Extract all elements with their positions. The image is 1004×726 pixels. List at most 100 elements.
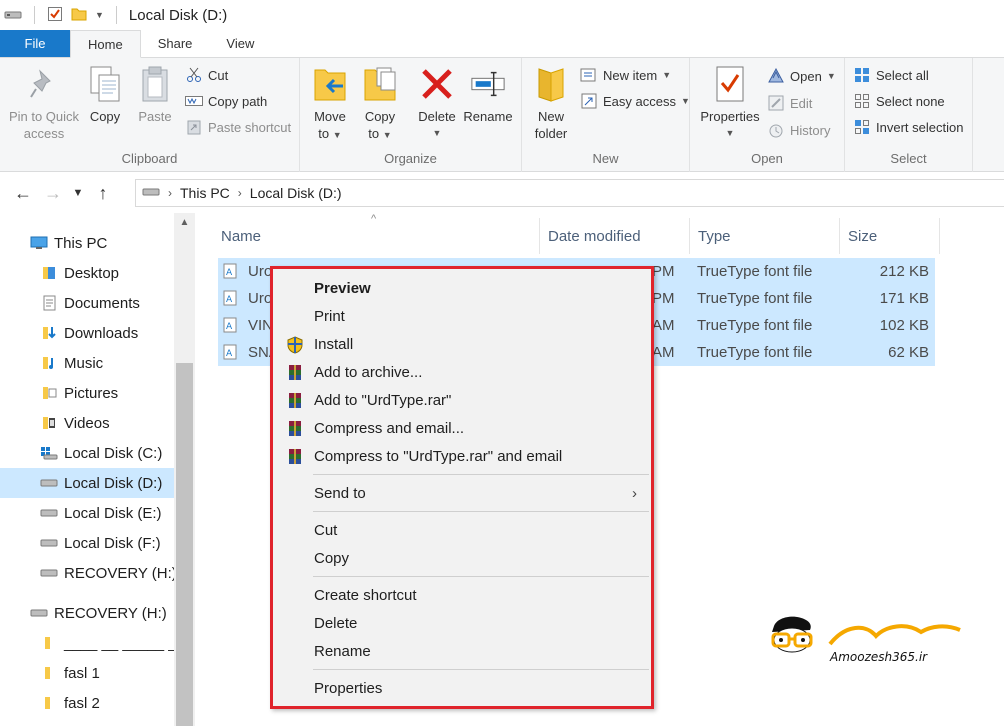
- nav-item-local-disk-e[interactable]: Local Disk (E:): [40, 498, 162, 528]
- nav-item-desktop[interactable]: Desktop: [40, 258, 119, 288]
- nav-scrollbar[interactable]: ▲: [174, 213, 195, 726]
- rename-button[interactable]: Rename: [462, 64, 514, 125]
- forward-arrow-icon[interactable]: →: [38, 183, 68, 204]
- copy-icon: [87, 64, 123, 104]
- chevron-right-icon[interactable]: ›: [168, 186, 172, 200]
- properties-button[interactable]: Properties ▼: [696, 64, 764, 142]
- nav-item-local-disk-d[interactable]: Local Disk (D:): [0, 468, 174, 498]
- computer-icon: [30, 235, 48, 251]
- ribbon: Pin to Quick access Copy Paste Cut Copy …: [0, 58, 1004, 172]
- menu-item-delete[interactable]: Delete: [273, 610, 651, 636]
- menu-item-send-to[interactable]: Send to ›: [273, 480, 651, 506]
- new-folder-icon[interactable]: [71, 6, 87, 25]
- select-all-icon: [853, 67, 871, 83]
- copy-path-button[interactable]: Copy path: [185, 93, 267, 109]
- column-header-size[interactable]: Size: [840, 218, 940, 254]
- menu-item-install[interactable]: Install: [273, 331, 651, 357]
- cut-button[interactable]: Cut: [185, 67, 228, 83]
- nav-item-documents[interactable]: Documents: [40, 288, 140, 318]
- pin-to-quick-access-button[interactable]: Pin to Quick access: [6, 64, 82, 142]
- invert-selection-icon: [853, 119, 871, 135]
- nav-item-recovery-h-root[interactable]: RECOVERY (H:): [30, 598, 167, 628]
- nav-item-videos[interactable]: Videos: [40, 408, 110, 438]
- paste-shortcut-icon: [185, 119, 203, 135]
- window-title: Local Disk (D:): [128, 6, 228, 24]
- menu-item-compress-and-email[interactable]: Compress and email...: [273, 415, 651, 441]
- new-folder-button[interactable]: New folder: [530, 64, 572, 142]
- windows-drive-icon: [40, 445, 58, 461]
- tab-file[interactable]: File: [0, 30, 70, 57]
- nav-item-recovery-h[interactable]: RECOVERY (H:): [40, 558, 177, 588]
- history-button[interactable]: History: [767, 122, 830, 138]
- column-header-type[interactable]: Type: [690, 218, 840, 254]
- chevron-down-icon: ▼: [826, 71, 836, 81]
- new-item-icon: [580, 67, 598, 83]
- copy-button[interactable]: Copy: [84, 64, 126, 125]
- nav-item-fasl-1[interactable]: fasl 1: [40, 658, 100, 688]
- tab-share[interactable]: Share: [141, 30, 210, 57]
- clipboard-group: Pin to Quick access Copy Paste Cut Copy …: [0, 58, 300, 172]
- paste-shortcut-button[interactable]: Paste shortcut: [185, 119, 291, 135]
- column-header-date[interactable]: Date modified: [540, 218, 690, 254]
- winrar-icon: [289, 393, 301, 408]
- properties-icon[interactable]: [47, 6, 63, 25]
- move-to-button[interactable]: Move to ▼: [310, 64, 350, 144]
- nav-item-folder[interactable]: ____ __ _____ _: [40, 628, 177, 658]
- address-bar[interactable]: › This PC › Local Disk (D:): [135, 179, 1004, 207]
- shield-icon: [287, 336, 303, 354]
- scroll-up-icon[interactable]: ▲: [174, 217, 195, 228]
- new-item-button[interactable]: New item ▼: [580, 67, 671, 83]
- menu-item-create-shortcut[interactable]: Create shortcut: [273, 582, 651, 608]
- nav-item-downloads[interactable]: Downloads: [40, 318, 138, 348]
- delete-button[interactable]: Delete ▼: [416, 64, 458, 142]
- move-to-icon: [312, 64, 348, 104]
- edit-button[interactable]: Edit: [767, 95, 812, 111]
- customize-toolbar-icon[interactable]: ▼: [95, 10, 104, 20]
- logo-mascot-icon: [771, 616, 961, 653]
- menu-item-add-to-archive[interactable]: Add to archive...: [273, 359, 651, 385]
- nav-item-local-disk-c[interactable]: Local Disk (C:): [40, 438, 162, 468]
- chevron-down-icon: ▼: [382, 130, 392, 140]
- drive-icon: [4, 7, 22, 24]
- nav-item-pictures[interactable]: Pictures: [40, 378, 118, 408]
- new-folder-icon: [533, 64, 569, 104]
- clipboard-group-label: Clipboard: [121, 151, 178, 166]
- nav-scrollbar-thumb[interactable]: [176, 363, 193, 726]
- menu-item-add-to-rar[interactable]: Add to "UrdType.rar": [273, 387, 651, 413]
- breadcrumb-local-disk-d[interactable]: Local Disk (D:): [250, 185, 342, 201]
- select-none-button[interactable]: Select none: [853, 93, 945, 109]
- back-arrow-icon[interactable]: ←: [8, 183, 38, 204]
- select-all-button[interactable]: Select all: [853, 67, 929, 83]
- menu-item-rename[interactable]: Rename: [273, 638, 651, 664]
- menu-item-compress-to-rar-and-email[interactable]: Compress to "UrdType.rar" and email: [273, 443, 651, 469]
- menu-separator: [313, 576, 649, 577]
- nav-item-local-disk-f[interactable]: Local Disk (F:): [40, 528, 161, 558]
- select-group-label: Select: [890, 151, 927, 166]
- open-button[interactable]: Open ▼: [767, 68, 836, 84]
- menu-item-cut[interactable]: Cut: [273, 517, 651, 543]
- winrar-icon: [289, 421, 301, 436]
- easy-access-button[interactable]: Easy access ▼: [580, 93, 690, 109]
- tab-view[interactable]: View: [209, 30, 271, 57]
- menu-item-print[interactable]: Print: [273, 303, 651, 329]
- quick-access-toolbar: ▼: [4, 6, 121, 25]
- chevron-down-icon: ▼: [680, 96, 690, 106]
- column-header-name[interactable]: Name: [213, 218, 540, 254]
- breadcrumb-this-pc[interactable]: This PC: [180, 185, 230, 201]
- paste-button[interactable]: Paste: [134, 64, 176, 125]
- copy-to-button[interactable]: Copy to ▼: [360, 64, 400, 144]
- downloads-icon: [40, 325, 58, 341]
- menu-item-copy[interactable]: Copy: [273, 545, 651, 571]
- chevron-right-icon[interactable]: ›: [238, 186, 242, 200]
- invert-selection-button[interactable]: Invert selection: [853, 119, 963, 135]
- menu-item-preview[interactable]: Preview: [273, 275, 651, 301]
- up-arrow-icon[interactable]: ↑: [88, 183, 118, 204]
- tab-home[interactable]: Home: [70, 30, 141, 58]
- recent-locations-icon[interactable]: ▼: [68, 187, 88, 199]
- context-menu: Preview Print Install Add to archive... …: [270, 266, 654, 709]
- nav-item-music[interactable]: Music: [40, 348, 103, 378]
- nav-item-this-pc[interactable]: This PC: [30, 228, 107, 258]
- menu-item-properties[interactable]: Properties: [273, 675, 651, 701]
- new-group: New folder New item ▼ Easy access ▼ New: [522, 58, 690, 172]
- nav-item-fasl-2[interactable]: fasl 2: [40, 688, 100, 718]
